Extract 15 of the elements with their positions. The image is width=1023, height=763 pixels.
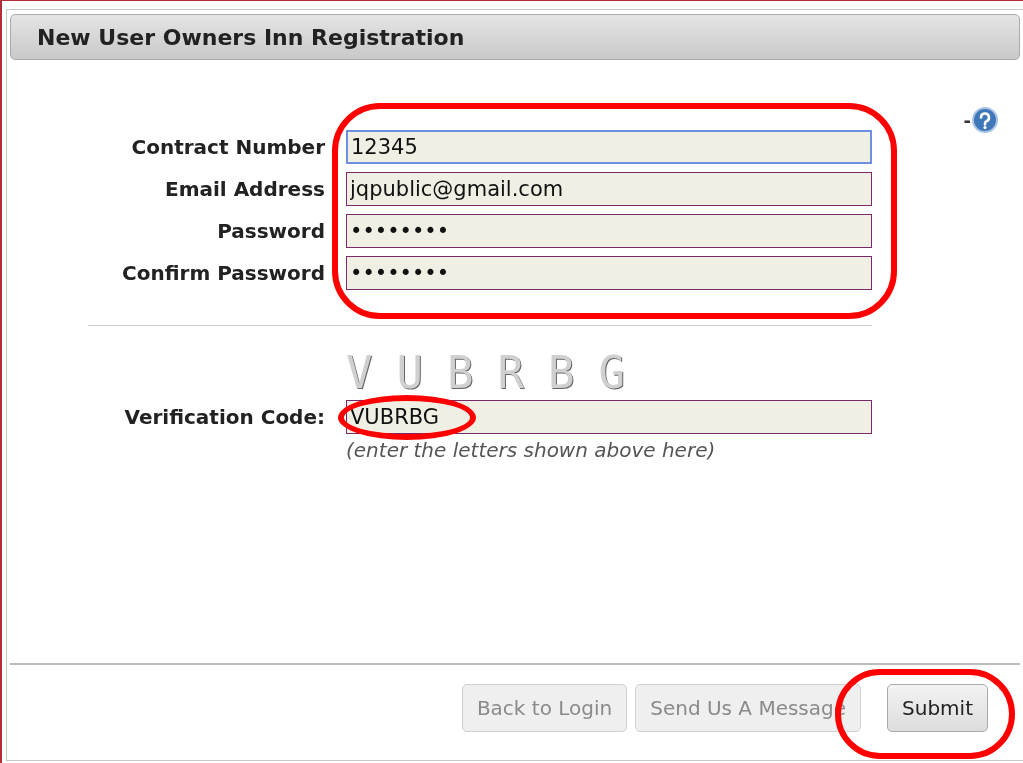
hint-text: (enter the letters shown above here) <box>346 438 717 462</box>
input-field[interactable]: VUBRBG <box>346 400 872 434</box>
field-label: Password <box>216 219 325 243</box>
input-field[interactable]: jqpublic@gmail.com <box>346 172 872 206</box>
input-field[interactable]: •••••••• <box>346 256 872 290</box>
field-label: Confirm Password <box>121 261 325 285</box>
captcha-text: VUBRBG <box>346 350 650 396</box>
field-label: Contract Number <box>130 135 325 159</box>
panel-title: New User Owners Inn Registration <box>10 14 1020 60</box>
input-field[interactable]: 12345 <box>346 130 872 164</box>
footer-button[interactable]: Submit <box>887 684 988 732</box>
field-label: Email Address <box>163 177 325 201</box>
dash-text: - <box>963 109 971 131</box>
input-field[interactable]: •••••••• <box>346 214 872 248</box>
field-label: Verification Code: <box>123 405 325 429</box>
